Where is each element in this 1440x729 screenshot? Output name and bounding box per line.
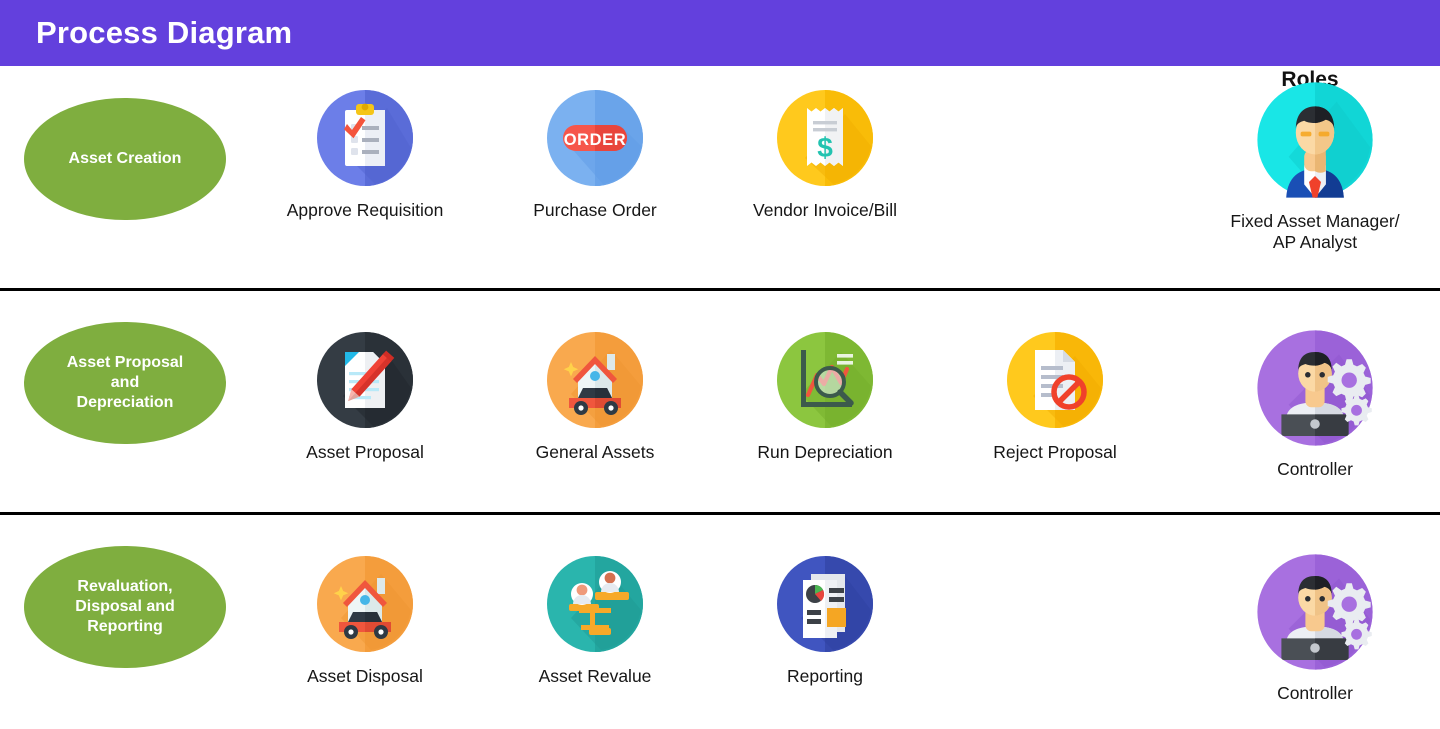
- role-cell-fixed-asset-manager[interactable]: Fixed Asset Manager/ AP Analyst: [1190, 80, 1440, 254]
- house-car-icon: [545, 330, 645, 430]
- stage-cell: Asset Proposal and Depreciation: [0, 312, 250, 444]
- report-pages-icon: [775, 554, 875, 654]
- step-label: Purchase Order: [533, 200, 657, 220]
- balance-scale-people-icon: [545, 554, 645, 654]
- stage-cell: Revaluation, Disposal and Reporting: [0, 536, 250, 668]
- step-purchase-order[interactable]: ORDER Purchase Order: [480, 88, 710, 221]
- order-tag-icon: ORDER: [545, 88, 645, 188]
- step-label: Approve Requisition: [286, 200, 444, 220]
- step-label: General Assets: [535, 442, 655, 462]
- role-cell-controller-row3[interactable]: Controller: [1190, 552, 1440, 704]
- step-label: Run Depreciation: [757, 442, 893, 462]
- step-label: Vendor Invoice/Bill: [753, 200, 897, 220]
- svg-text:ORDER: ORDER: [564, 131, 627, 149]
- svg-text:$: $: [817, 132, 833, 163]
- step-reporting[interactable]: Reporting: [710, 554, 940, 687]
- document-pencil-icon: [315, 330, 415, 430]
- role-label: Fixed Asset Manager/ AP Analyst: [1230, 211, 1400, 253]
- steps-container: Asset Proposal General Assets Run Deprec…: [250, 330, 1190, 463]
- step-asset-proposal[interactable]: Asset Proposal: [250, 330, 480, 463]
- step-label: Reject Proposal: [993, 442, 1117, 462]
- step-general-assets[interactable]: General Assets: [480, 330, 710, 463]
- page-header: Process Diagram: [0, 0, 1440, 66]
- process-row-asset-creation: Asset Creation Approve Requisition ORDER…: [0, 82, 1440, 286]
- step-reject-proposal[interactable]: Reject Proposal: [940, 330, 1170, 463]
- stage-ellipse-asset-creation[interactable]: Asset Creation: [24, 98, 226, 220]
- process-diagram-page: Process Diagram Roles Asset Creation App…: [0, 0, 1440, 729]
- invoice-receipt-icon: $: [775, 88, 875, 188]
- role-cell-controller-row2[interactable]: Controller: [1190, 328, 1440, 480]
- step-label: Asset Revalue: [538, 666, 652, 686]
- role-label: Controller: [1277, 459, 1353, 479]
- stage-ellipse-revaluation[interactable]: Revaluation, Disposal and Reporting: [24, 546, 226, 668]
- step-vendor-invoice[interactable]: $ Vendor Invoice/Bill: [710, 88, 940, 221]
- role-label: Controller: [1277, 683, 1353, 703]
- stage-label: Asset Proposal and Depreciation: [66, 354, 184, 411]
- row-divider-1: [0, 288, 1440, 291]
- process-row-revaluation-disposal-reporting: Revaluation, Disposal and Reporting Asse…: [0, 536, 1440, 726]
- stage-label: Asset Creation: [68, 150, 182, 167]
- controller-laptop-gears-icon: [1255, 328, 1375, 448]
- stage-ellipse-asset-proposal[interactable]: Asset Proposal and Depreciation: [24, 322, 226, 444]
- step-asset-disposal[interactable]: Asset Disposal: [250, 554, 480, 687]
- step-approve-requisition[interactable]: Approve Requisition: [250, 88, 480, 221]
- stage-cell: Asset Creation: [0, 88, 250, 220]
- process-row-asset-proposal-depreciation: Asset Proposal and Depreciation Asset Pr…: [0, 312, 1440, 510]
- step-label: Asset Disposal: [307, 666, 423, 686]
- controller-laptop-gears-icon: [1255, 552, 1375, 672]
- clipboard-check-icon: [315, 88, 415, 188]
- steps-container: Asset Disposal Asset Revalue Reporting: [250, 554, 1190, 687]
- step-label: Asset Proposal: [306, 442, 424, 462]
- row-divider-2: [0, 512, 1440, 515]
- stage-label: Revaluation, Disposal and Reporting: [75, 578, 175, 635]
- step-asset-revalue[interactable]: Asset Revalue: [480, 554, 710, 687]
- document-blocked-icon: [1005, 330, 1105, 430]
- page-title: Process Diagram: [36, 15, 293, 50]
- step-label: Reporting: [787, 666, 863, 686]
- chart-magnifier-icon: [775, 330, 875, 430]
- businessman-avatar-icon: [1255, 80, 1375, 200]
- steps-container: Approve Requisition ORDER Purchase Order: [250, 88, 1190, 221]
- step-run-depreciation[interactable]: Run Depreciation: [710, 330, 940, 463]
- house-car-icon: [315, 554, 415, 654]
